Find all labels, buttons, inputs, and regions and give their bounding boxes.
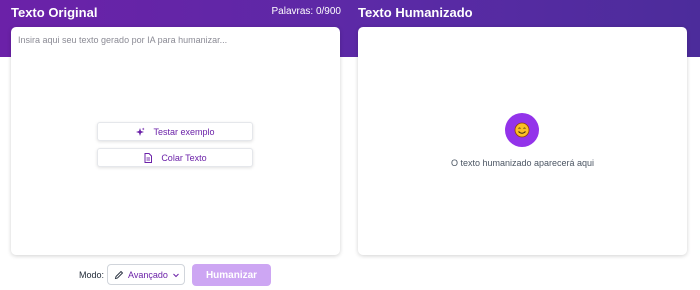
chevron-down-icon: [172, 271, 180, 279]
try-example-label: Testar exemplo: [153, 126, 215, 137]
paste-text-label: Colar Texto: [161, 152, 207, 163]
humanized-panel-title: Texto Humanizado: [358, 5, 473, 20]
original-text-input[interactable]: [11, 27, 340, 255]
mode-label: Modo:: [79, 270, 105, 280]
humanized-text-card: O texto humanizado aparecerá aqui: [358, 27, 687, 255]
word-counter: Palavras: 0/900: [271, 6, 342, 17]
humanize-button[interactable]: Humanizar: [192, 264, 271, 286]
try-example-button[interactable]: Testar exemplo: [97, 122, 253, 141]
paste-text-button[interactable]: Colar Texto: [97, 148, 253, 167]
smiley-icon: [505, 113, 539, 147]
sparkles-icon: [135, 127, 146, 137]
mode-select[interactable]: Avançado: [107, 264, 185, 285]
mode-select-value: Avançado: [128, 269, 168, 280]
original-text-card: Testar exemplo Colar Texto: [11, 27, 340, 255]
humanized-empty-message: O texto humanizado aparecerá aqui: [450, 158, 595, 168]
pencil-icon: [114, 270, 124, 280]
original-panel-title: Texto Original: [11, 5, 98, 20]
document-icon: [143, 152, 153, 163]
